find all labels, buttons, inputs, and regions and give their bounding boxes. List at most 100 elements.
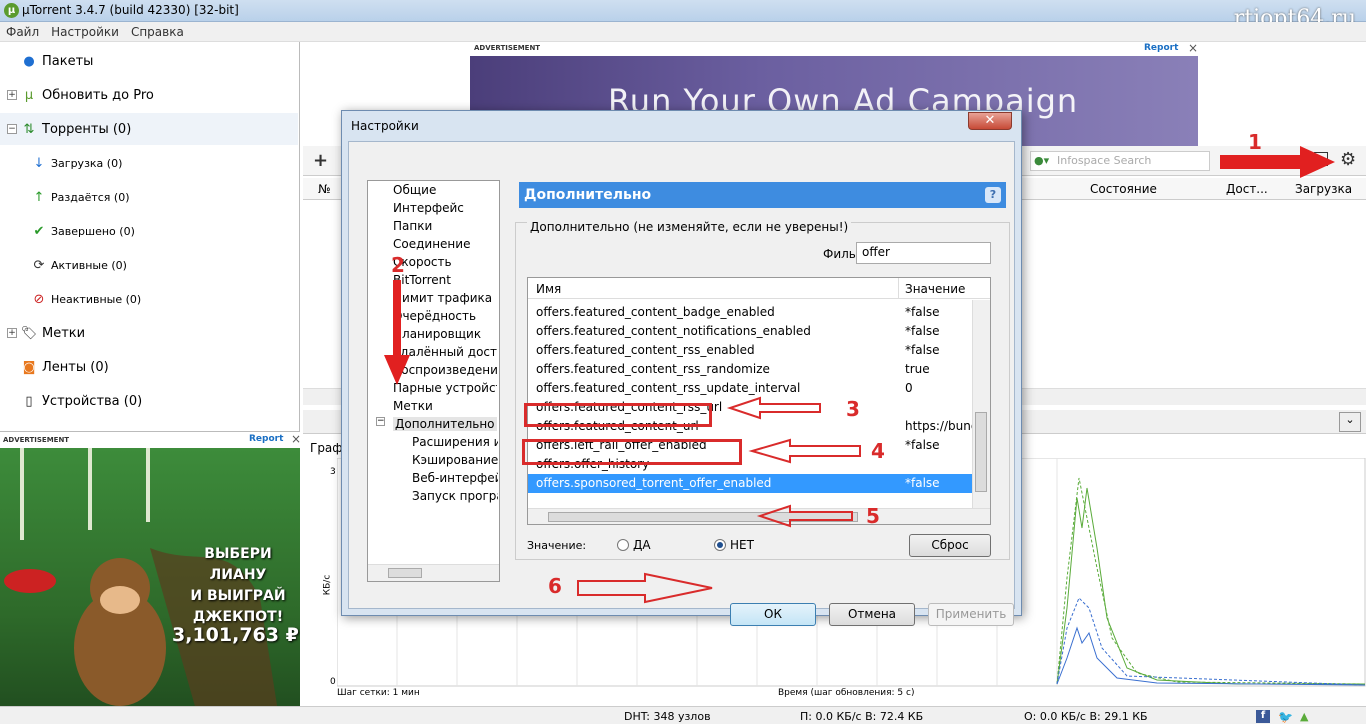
utorrent-logo-icon: µ — [4, 3, 19, 18]
side-ad-jackpot: 3,101,763 ₽ — [172, 624, 299, 646]
side-ad-report-link[interactable]: Report — [249, 434, 283, 444]
sidebar-item-completed[interactable]: ✔ Завершено (0) — [0, 215, 298, 247]
menu-bar: Файл Настройки Справка — [0, 22, 1366, 42]
tree-hscroll[interactable] — [368, 564, 499, 581]
y-max-label: 3 — [330, 467, 336, 477]
add-torrent-icon[interactable]: + — [313, 150, 328, 171]
annotation-6: 6 — [548, 574, 562, 598]
tree-item-playback[interactable]: Воспроизведение — [393, 363, 497, 377]
tree-item-scheduler[interactable]: Планировщик — [393, 327, 481, 341]
reset-button[interactable]: Сброс — [909, 534, 991, 557]
collapse-icon[interactable]: − — [7, 124, 17, 134]
tree-item-remote[interactable]: Удалённый доступ — [393, 345, 497, 359]
ad-report-link[interactable]: Report — [1144, 43, 1178, 53]
list-hscroll[interactable] — [528, 508, 990, 524]
side-ad-close-icon[interactable]: × — [291, 432, 301, 446]
side-ad-banner[interactable]: ВЫБЕРИ ЛИАНУ И ВЫИГРАЙ ДЖЕКПОТ! 3,101,763 … — [0, 448, 300, 724]
sidebar-item-feeds[interactable]: ◙ Ленты (0) — [0, 351, 298, 383]
tag-icon: 🏷 — [20, 325, 38, 341]
sidebar-item-inactive[interactable]: ⊘ Неактивные (0) — [0, 283, 298, 315]
col-value[interactable]: Значение — [905, 282, 965, 296]
sidebar-item-downloading[interactable]: ↓ Загрузка (0) — [0, 147, 298, 179]
tree-item-caching[interactable]: Кэширование — [412, 453, 498, 467]
checkmark-icon: ✔ — [33, 223, 45, 239]
tree-item-general[interactable]: Общие — [393, 183, 436, 197]
facebook-icon[interactable]: f — [1256, 710, 1270, 723]
expand-icon[interactable]: + — [7, 90, 17, 100]
rss-icon: ◙ — [22, 359, 36, 375]
tree-item-queueing[interactable]: Очерёдность — [393, 309, 476, 323]
sidebar-item-upgrade[interactable]: + µ Обновить до Pro — [0, 79, 298, 111]
search-input[interactable]: Infospace Search — [1030, 151, 1210, 171]
side-ad-text: ВЫБЕРИ ЛИАНУ И ВЫИГРАЙ ДЖЕКПОТ! — [190, 546, 286, 625]
annotation-5: 5 — [866, 504, 880, 528]
panel-title: Дополнительно — [524, 187, 652, 203]
tree-item-connection[interactable]: Соединение — [393, 237, 470, 251]
tree-item-folders[interactable]: Папки — [393, 219, 432, 233]
help-icon[interactable]: ? — [985, 187, 1001, 203]
tree-item-run-program[interactable]: Запуск программ — [412, 489, 498, 503]
sidebar-item-labels[interactable]: + 🏷 Метки — [0, 317, 298, 349]
tree-item-extensions[interactable]: Расширения инт — [412, 435, 498, 449]
col-number[interactable]: № — [318, 182, 330, 196]
upload-arrow-icon: ↑ — [33, 189, 45, 205]
cancel-button[interactable]: Отмена — [829, 603, 915, 626]
twitter-icon[interactable]: 🐦 — [1278, 710, 1293, 724]
refresh-icon: ⟳ — [33, 257, 45, 273]
search-provider-icon[interactable]: ●▾ — [1034, 154, 1049, 167]
collapse-panel-icon[interactable]: ⌄ — [1339, 412, 1361, 432]
menu-file[interactable]: Файл — [0, 22, 45, 42]
expand-icon[interactable]: + — [7, 328, 17, 338]
tree-item-traffic-limit[interactable]: Лимит трафика — [393, 291, 492, 305]
list-row[interactable]: offers.featured_content_rss_randomize tru… — [528, 360, 972, 379]
android-icon[interactable]: ▲ — [1300, 710, 1308, 723]
list-row[interactable]: offers.featured_content_rss_enabled *fals… — [528, 341, 972, 360]
radio-yes[interactable] — [617, 539, 629, 551]
panel-header: Дополнительно ? — [519, 182, 1006, 208]
col-name[interactable]: Имя — [536, 282, 561, 296]
ad-close-icon[interactable]: × — [1188, 41, 1198, 55]
remote-icon[interactable] — [1314, 152, 1328, 166]
sidebar-item-bundles[interactable]: ● Пакеты — [0, 45, 298, 77]
ok-button[interactable]: ОК — [730, 603, 816, 626]
list-header: Имя Значение — [528, 278, 990, 299]
col-status[interactable]: Состояние — [1090, 182, 1157, 196]
tree-item-interface[interactable]: Интерфейс — [393, 201, 464, 215]
menu-help[interactable]: Справка — [125, 22, 190, 42]
radio-no[interactable] — [714, 539, 726, 551]
col-download[interactable]: Загрузка — [1295, 182, 1352, 196]
filter-input[interactable]: offer — [856, 242, 991, 264]
list-vscroll[interactable] — [972, 300, 990, 508]
tree-item-labels[interactable]: Метки — [393, 399, 433, 413]
inactive-icon: ⊘ — [33, 291, 45, 307]
col-availability[interactable]: Дост... — [1226, 182, 1268, 196]
tree-item-advanced[interactable]: Дополнительно — [393, 417, 497, 431]
sidebar-item-seeding[interactable]: ↑ Раздаётся (0) — [0, 181, 298, 213]
annotation-4: 4 — [871, 439, 885, 463]
sidebar-item-devices[interactable]: ▯ Устройства (0) — [0, 385, 298, 417]
gear-icon[interactable]: ⚙ — [1340, 149, 1356, 170]
apply-button[interactable]: Применить — [928, 603, 1014, 626]
upload-status: О: 0.0 КБ/с В: 29.1 КБ — [1024, 710, 1148, 723]
list-row[interactable]: offers.featured_content_rss_update_inter… — [528, 379, 972, 398]
window-title: µTorrent 3.4.7 (build 42330) [32-bit] — [22, 3, 239, 17]
grid-step-label: Шаг сетки: 1 мин — [337, 688, 420, 698]
close-icon[interactable]: ✕ — [968, 112, 1012, 130]
tree-item-web-ui[interactable]: Веб-интерфейс — [412, 471, 498, 485]
settings-list: Имя Значение offers.featured_content_bad… — [527, 277, 991, 525]
tree-item-paired-devices[interactable]: Парные устройства — [393, 381, 497, 395]
sidebar-item-torrents[interactable]: − ⇅ Торренты (0) — [0, 113, 298, 145]
list-row[interactable]: offers.featured_content_notifications_en… — [528, 322, 972, 341]
radio-yes-label: ДА — [633, 538, 651, 552]
sidebar-item-active[interactable]: ⟳ Активные (0) — [0, 249, 298, 281]
download-status: П: 0.0 КБ/с В: 72.4 КБ — [800, 710, 924, 723]
tree-collapse-icon[interactable]: − — [376, 417, 385, 426]
menu-settings[interactable]: Настройки — [45, 22, 125, 42]
side-ad-label: ADVERTISEMENT — [3, 436, 70, 444]
list-row-selected[interactable]: offers.sponsored_torrent_offer_enabled *f… — [528, 474, 972, 493]
settings-dialog: Настройки ✕ Общие Интерфейс Папки Соедин… — [341, 110, 1022, 626]
ad-label: ADVERTISEMENT — [474, 44, 541, 52]
torrents-icon: ⇅ — [23, 121, 35, 137]
list-row[interactable]: offers.featured_content_badge_enabled *fa… — [528, 303, 972, 322]
dialog-title: Настройки — [351, 119, 419, 133]
